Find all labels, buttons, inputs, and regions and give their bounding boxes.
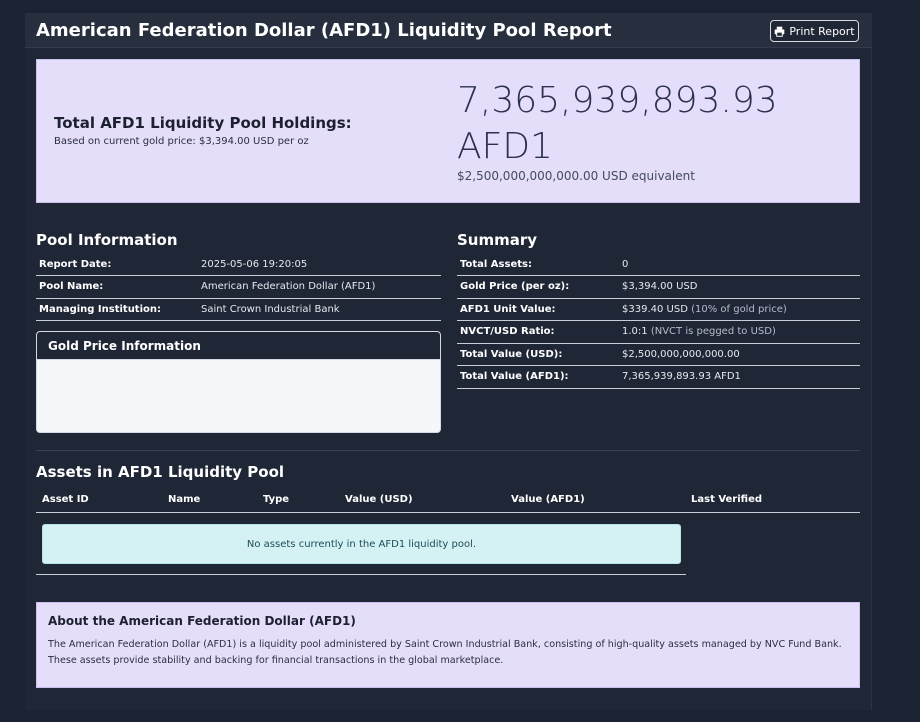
about-panel: About the American Federation Dollar (AF…	[36, 602, 860, 688]
summary-value: 7,365,939,893.93 AFD1	[619, 365, 860, 389]
summary-key: Total Value (AFD1):	[457, 365, 619, 389]
summary-title: Summary	[457, 231, 538, 249]
about-title: About the American Federation Dollar (AF…	[48, 614, 356, 628]
assets-title: Assets in AFD1 Liquidity Pool	[36, 463, 285, 481]
empty-assets-alert: No assets currently in the AFD1 liquidit…	[42, 524, 681, 564]
column-header-asset-id: Asset ID	[36, 488, 162, 513]
printer-icon	[775, 26, 785, 37]
summary-row: Total Value (AFD1): 7,365,939,893.93 AFD…	[457, 365, 860, 389]
gold-price-card: Gold Price Information	[36, 331, 441, 433]
section-divider	[36, 450, 860, 451]
column-header-value-afd1: Value (AFD1)	[505, 488, 685, 513]
summary-row: Gold Price (per oz): $3,394.00 USD	[457, 275, 860, 299]
pool-info-table: Report Date: 2025-05-06 19:20:05 Pool Na…	[36, 253, 441, 321]
summary-note: (NVCT is pegged to USD)	[650, 326, 776, 338]
assets-table: Asset ID Name Type Value (USD) Value (AF…	[36, 488, 860, 513]
summary-key: NVCT/USD Ratio:	[457, 320, 619, 344]
summary-row: Total Value (USD): $2,500,000,000,000.00	[457, 343, 860, 366]
pool-info-row: Report Date: 2025-05-06 19:20:05	[36, 253, 441, 276]
holdings-amount: 7,365,939,893.93 AFD1	[457, 80, 778, 167]
summary-note: (10% of gold price)	[691, 303, 787, 315]
column-header-type: Type	[257, 488, 339, 513]
summary-key: Total Assets:	[457, 253, 619, 276]
pool-info-value: Saint Crown Industrial Bank	[198, 298, 441, 321]
print-button-label: Print Report	[789, 24, 855, 38]
summary-key: Gold Price (per oz):	[457, 275, 619, 299]
summary-value: 0	[619, 253, 860, 276]
pool-info-key: Managing Institution:	[36, 298, 198, 321]
holdings-panel: Total AFD1 Liquidity Pool Holdings: Base…	[36, 59, 860, 203]
page-title: American Federation Dollar (AFD1) Liquid…	[36, 20, 612, 41]
print-report-button[interactable]: Print Report	[770, 20, 859, 42]
summary-value: $3,394.00 USD	[619, 275, 860, 299]
summary-row: AFD1 Unit Value: $339.40 USD (10% of gol…	[457, 298, 860, 321]
pool-info-row: Managing Institution: Saint Crown Indust…	[36, 298, 441, 321]
summary-row: Total Assets: 0	[457, 253, 860, 276]
summary-key: AFD1 Unit Value:	[457, 298, 619, 321]
summary-value: $2,500,000,000,000.00	[619, 343, 860, 366]
summary-key: Total Value (USD):	[457, 343, 619, 366]
column-header-last-verified: Last Verified	[685, 488, 860, 513]
pool-info-key: Report Date:	[36, 253, 198, 276]
holdings-usd-equivalent: $2,500,000,000,000.00 USD equivalent	[457, 169, 695, 183]
summary-value: $339.40 USD (10% of gold price)	[619, 298, 860, 321]
about-text: The American Federation Dollar (AFD1) is…	[48, 639, 842, 666]
holdings-label: Total AFD1 Liquidity Pool Holdings:	[54, 114, 352, 132]
column-header-name: Name	[162, 488, 257, 513]
pool-info-title: Pool Information	[36, 231, 178, 249]
pool-info-value: American Federation Dollar (AFD1)	[198, 275, 441, 299]
summary-value: 1.0:1 (NVCT is pegged to USD)	[619, 320, 860, 344]
assets-header-row: Asset ID Name Type Value (USD) Value (AF…	[36, 488, 860, 513]
report-container: American Federation Dollar (AFD1) Liquid…	[25, 13, 872, 710]
table-bottom-border	[36, 574, 686, 575]
summary-table: Total Assets: 0 Gold Price (per oz): $3,…	[457, 253, 860, 389]
pool-info-value: 2025-05-06 19:20:05	[198, 253, 441, 276]
empty-assets-message: No assets currently in the AFD1 liquidit…	[246, 538, 477, 550]
pool-info-key: Pool Name:	[36, 275, 198, 299]
column-header-value-usd: Value (USD)	[339, 488, 505, 513]
report-header: American Federation Dollar (AFD1) Liquid…	[25, 13, 872, 48]
holdings-subtext: Based on current gold price: $3,394.00 U…	[54, 136, 309, 147]
gold-price-card-title: Gold Price Information	[37, 332, 440, 360]
summary-row: NVCT/USD Ratio: 1.0:1 (NVCT is pegged to…	[457, 320, 860, 344]
pool-info-row: Pool Name: American Federation Dollar (A…	[36, 275, 441, 299]
